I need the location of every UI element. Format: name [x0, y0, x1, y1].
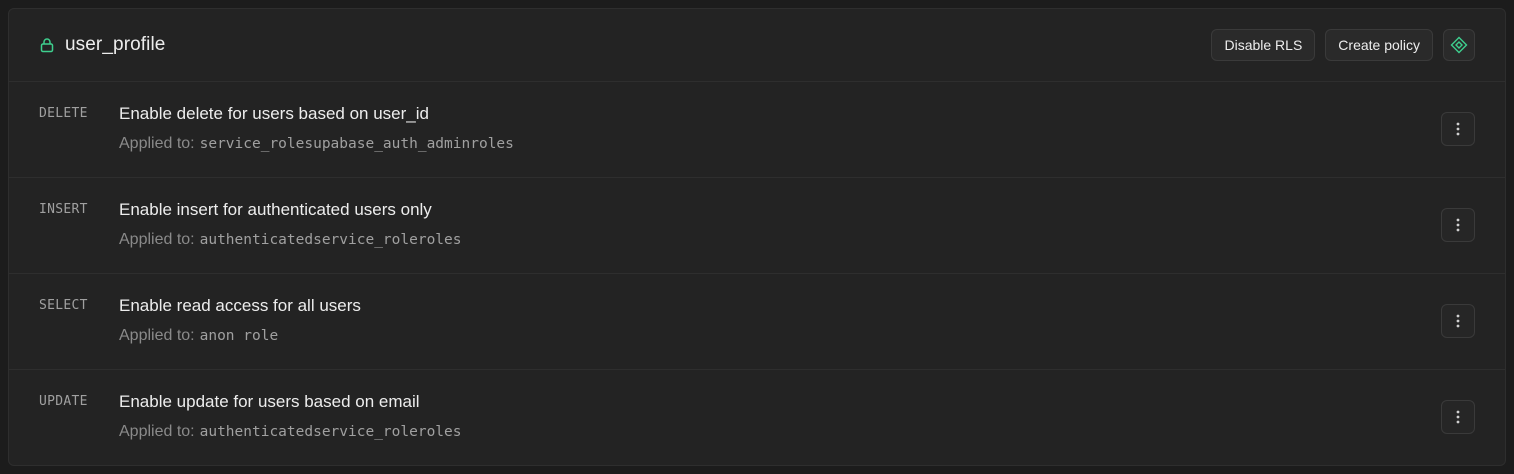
- header-actions: Disable RLS Create policy: [1211, 29, 1475, 61]
- policy-roles: authenticatedservice_roleroles: [199, 424, 462, 440]
- table-title-group: user_profile: [39, 34, 165, 56]
- policy-roles: authenticatedservice_roleroles: [199, 232, 462, 248]
- table-header: user_profile Disable RLS Create policy: [9, 9, 1505, 82]
- policies-panel: user_profile Disable RLS Create policy D…: [8, 8, 1506, 466]
- policy-applied: Applied to: anon role: [119, 326, 361, 346]
- lock-icon: [39, 37, 55, 53]
- disable-rls-button[interactable]: Disable RLS: [1211, 29, 1316, 61]
- create-policy-button[interactable]: Create policy: [1325, 29, 1433, 61]
- policy-row: UPDATE Enable update for users based on …: [9, 370, 1505, 465]
- applied-label: Applied to:: [119, 423, 195, 440]
- policy-row: INSERT Enable insert for authenticated u…: [9, 178, 1505, 274]
- applied-label: Applied to:: [119, 135, 195, 152]
- policy-command: UPDATE: [39, 394, 88, 409]
- policy-applied: Applied to: service_rolesupabase_auth_ad…: [119, 134, 514, 154]
- policy-more-button[interactable]: [1441, 400, 1475, 434]
- diamond-icon: [1450, 36, 1468, 54]
- policy-info: Enable delete for users based on user_id…: [119, 104, 514, 154]
- policy-command: INSERT: [39, 202, 88, 217]
- applied-label: Applied to:: [119, 231, 195, 248]
- policy-applied: Applied to: authenticatedservice_rolerol…: [119, 422, 462, 442]
- policy-roles: anon role: [199, 328, 279, 344]
- policy-name: Enable update for users based on email: [119, 392, 420, 411]
- api-docs-button[interactable]: [1443, 29, 1475, 61]
- policy-name: Enable insert for authenticated users on…: [119, 200, 432, 219]
- more-vertical-icon: [1456, 122, 1460, 136]
- policy-roles: service_rolesupabase_auth_adminroles: [199, 136, 514, 152]
- more-vertical-icon: [1456, 410, 1460, 424]
- policy-more-button[interactable]: [1441, 208, 1475, 242]
- policy-info: Enable insert for authenticated users on…: [119, 200, 462, 250]
- policy-info: Enable read access for all users Applied…: [119, 296, 361, 346]
- table-name: user_profile: [65, 34, 166, 55]
- policy-row: DELETE Enable delete for users based on …: [9, 82, 1505, 178]
- more-vertical-icon: [1456, 218, 1460, 232]
- policy-command: DELETE: [39, 106, 88, 121]
- policy-more-button[interactable]: [1441, 112, 1475, 146]
- policy-row: SELECT Enable read access for all users …: [9, 274, 1505, 370]
- policy-name: Enable read access for all users: [119, 296, 361, 315]
- policy-info: Enable update for users based on email A…: [119, 392, 462, 442]
- policy-name: Enable delete for users based on user_id: [119, 104, 429, 123]
- policy-applied: Applied to: authenticatedservice_rolerol…: [119, 230, 462, 250]
- applied-label: Applied to:: [119, 327, 195, 344]
- more-vertical-icon: [1456, 314, 1460, 328]
- policy-more-button[interactable]: [1441, 304, 1475, 338]
- policy-command: SELECT: [39, 298, 88, 313]
